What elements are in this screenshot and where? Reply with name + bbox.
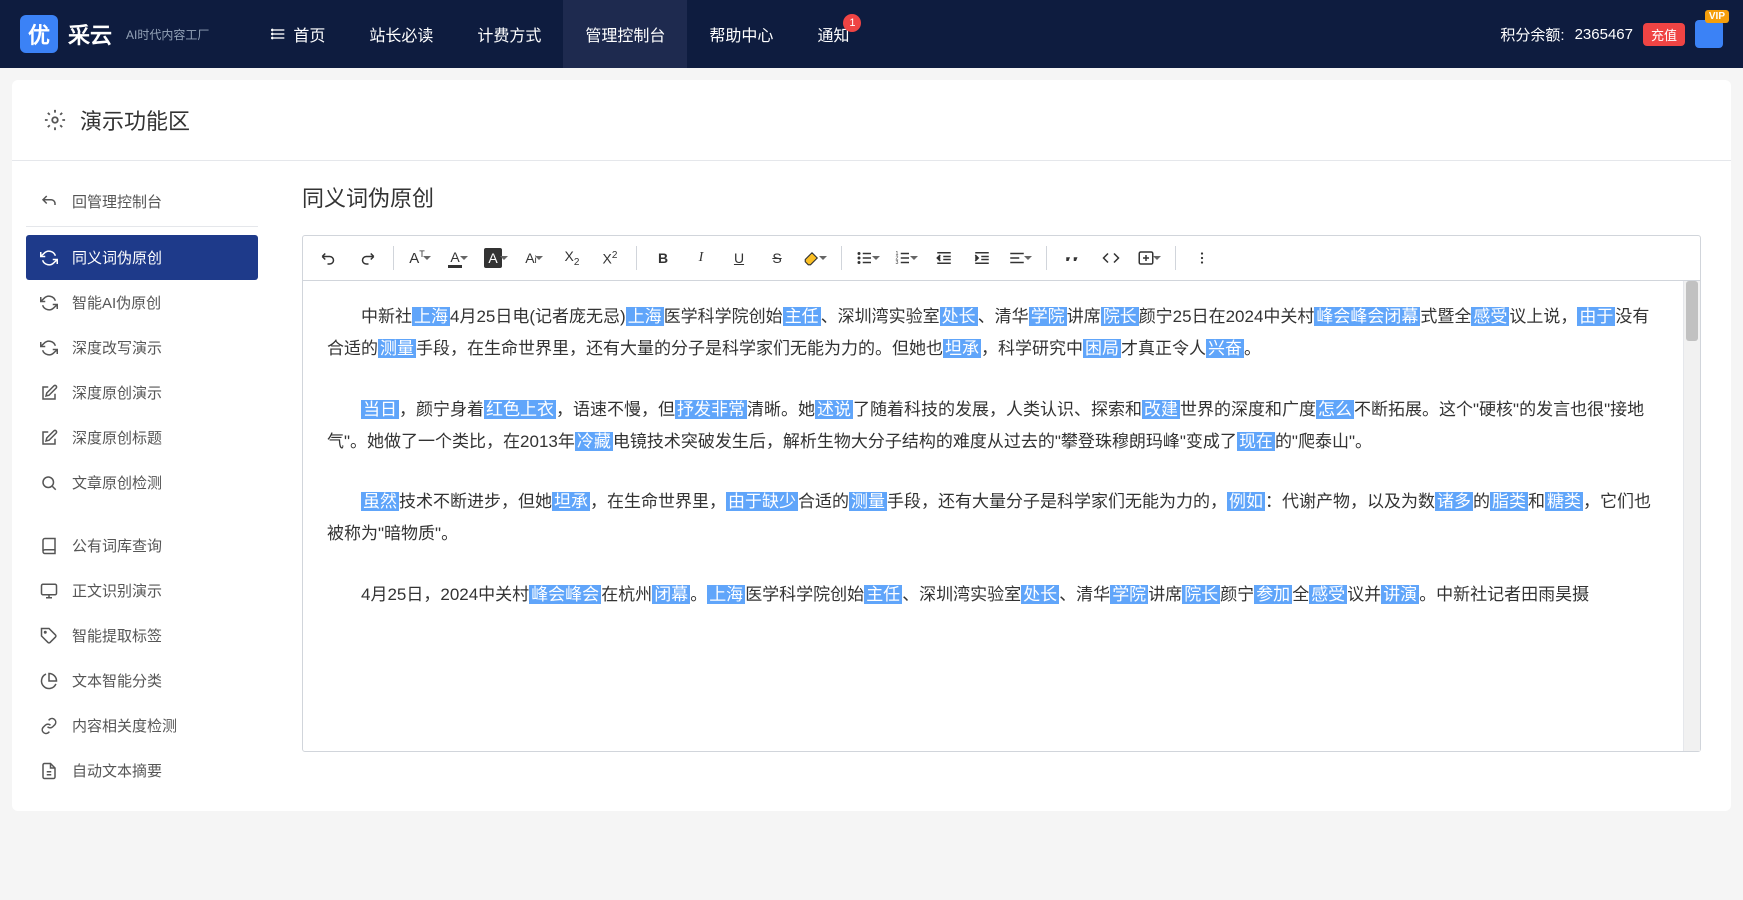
lettercase-button[interactable]: Ai [516,242,552,274]
search-icon [40,474,58,492]
paragraph-3: 虽然技术不断进步，但她坦承，在生命世界里，由于缺少合适的测量手段，还有大量分子是… [327,486,1659,551]
pie-icon [40,672,58,690]
recharge-button[interactable]: 充值 [1643,23,1685,46]
avatar[interactable]: VIP [1695,20,1723,48]
paragraph-2: 当日，颜宁身着红色上衣，语速不慢，但抒发非常清晰。她述说了随着科技的发展，人类认… [327,394,1659,459]
superscript-button[interactable]: X2 [592,242,628,274]
points-label: 积分余额: [1500,24,1564,45]
refresh-icon [40,249,58,267]
sidebar-deep-original[interactable]: 深度原创演示 [26,370,258,415]
insert-icon [1137,249,1155,267]
paragraph-4: 4月25日，2024中关村峰会峰会在杭州闭幕。上海医学科学院创始主任、深圳湾实验… [327,579,1659,611]
main-nav: 首页 站长必读 计费方式 管理控制台 帮助中心 通知1 [249,0,871,68]
nav-console[interactable]: 管理控制台 [563,0,687,68]
marker-icon [803,249,821,267]
fontsize-button[interactable]: AT [402,242,438,274]
outdent-icon [935,249,953,267]
code-icon [1102,249,1120,267]
ul-button[interactable] [850,242,886,274]
page-title: 演示功能区 [80,104,190,136]
monitor-icon [40,582,58,600]
sidebar-relevance[interactable]: 内容相关度检测 [26,703,258,748]
ol-icon: 123 [894,249,912,267]
indent-icon [973,249,991,267]
notice-badge: 1 [843,14,861,32]
paragraph-1: 中新社上海4月25日电(记者庞无忌)上海医学科学院创始主任、深圳湾实验室处长、清… [327,301,1659,366]
scroll-thumb[interactable] [1686,281,1698,341]
edit-icon [40,384,58,402]
outdent-button[interactable] [926,242,962,274]
nav-home[interactable]: 首页 [249,0,347,68]
main-title: 同义词伪原创 [302,181,1701,213]
ul-icon [856,249,874,267]
strike-button[interactable]: S [759,242,795,274]
scrollbar[interactable] [1683,281,1700,751]
more-button[interactable] [1184,242,1220,274]
fontcolor-button[interactable]: A [440,242,476,274]
quote-button[interactable] [1055,242,1091,274]
brand-name: 采云 [68,18,112,50]
undo-button[interactable] [311,242,347,274]
sidebar-check[interactable]: 文章原创检测 [26,460,258,505]
underline-button[interactable]: U [721,242,757,274]
points-value: 2365467 [1575,26,1633,43]
refresh-icon [40,294,58,312]
page-header: 演示功能区 [12,80,1731,161]
svg-text:3: 3 [896,260,899,266]
sidebar-dict[interactable]: 公有词库查询 [26,523,258,568]
sidebar-body-rec[interactable]: 正文识别演示 [26,568,258,613]
editor: AT A A Ai X2 X2 B I U S 123 [302,235,1701,752]
ol-button[interactable]: 123 [888,242,924,274]
sidebar-deep-rewrite[interactable]: 深度改写演示 [26,325,258,370]
insert-button[interactable] [1131,242,1167,274]
sidebar-synonym[interactable]: 同义词伪原创 [26,235,258,280]
toolbar: AT A A Ai X2 X2 B I U S 123 [303,236,1700,281]
list-icon [271,26,287,42]
sidebar-tags[interactable]: 智能提取标签 [26,613,258,658]
link-icon [40,717,58,735]
align-icon [1008,249,1026,267]
file-icon [40,762,58,780]
align-button[interactable] [1002,242,1038,274]
italic-button[interactable]: I [683,242,719,274]
refresh-icon [40,339,58,357]
nav-billing[interactable]: 计费方式 [455,0,563,68]
code-button[interactable] [1093,242,1129,274]
top-right: 积分余额: 2365467 充值 VIP [1500,20,1723,48]
page-card: 演示功能区 回管理控制台 同义词伪原创 智能AI伪原创 深度改写演示 深度原创演… [12,80,1731,811]
indent-button[interactable] [964,242,1000,274]
edit-icon [40,429,58,447]
nav-webmaster[interactable]: 站长必读 [347,0,455,68]
quote-icon [1064,249,1082,267]
more-icon [1193,249,1211,267]
sidebar-ai[interactable]: 智能AI伪原创 [26,280,258,325]
book-icon [40,537,58,555]
sidebar-deep-title[interactable]: 深度原创标题 [26,415,258,460]
sidebar-return[interactable]: 回管理控制台 [26,179,258,227]
editor-content[interactable]: 中新社上海4月25日电(记者庞无忌)上海医学科学院创始主任、深圳湾实验室处长、清… [303,281,1683,751]
nav-notice[interactable]: 通知1 [795,0,871,68]
redo-button[interactable] [349,242,385,274]
gear-icon [44,109,66,131]
sidebar: 回管理控制台 同义词伪原创 智能AI伪原创 深度改写演示 深度原创演示 深度原创… [12,161,272,811]
sidebar-summary[interactable]: 自动文本摘要 [26,748,258,793]
return-icon [40,193,58,211]
highlight-button[interactable] [797,242,833,274]
main-area: 同义词伪原创 AT A A Ai X2 X2 B I U S [272,161,1731,811]
bgcolor-button[interactable]: A [478,242,514,274]
bold-button[interactable]: B [645,242,681,274]
vip-badge: VIP [1705,10,1729,23]
top-navbar: 优 采云 AI时代内容工厂 首页 站长必读 计费方式 管理控制台 帮助中心 通知… [0,0,1743,68]
logo-area[interactable]: 优 采云 AI时代内容工厂 [20,15,209,53]
logo-icon: 优 [20,15,58,53]
subscript-button[interactable]: X2 [554,242,590,274]
sidebar-classify[interactable]: 文本智能分类 [26,658,258,703]
brand-slogan: AI时代内容工厂 [126,26,209,43]
nav-help[interactable]: 帮助中心 [687,0,795,68]
tag-icon [40,627,58,645]
